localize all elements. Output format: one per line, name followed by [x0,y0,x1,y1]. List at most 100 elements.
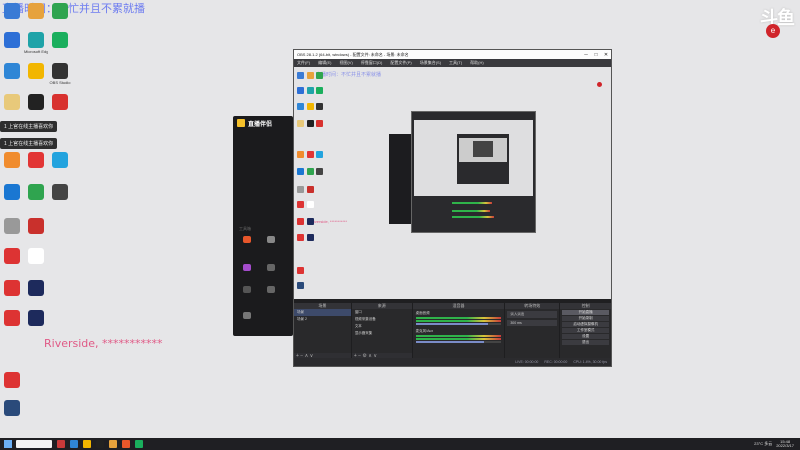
desktop-icon[interactable] [49,3,71,20]
settings-button[interactable]: 设置 [562,334,609,339]
nested-preview-2 [459,138,507,162]
taskbar-app-icon[interactable] [70,440,78,448]
taskbar-app-icon[interactable] [57,440,65,448]
obs-titlebar[interactable]: OBS 28.1.2 (64-bit, windows) - 配置文件: 未命名… [294,50,611,59]
desktop-icon[interactable] [25,184,47,201]
weather-text[interactable]: 23°C 多云 [754,441,772,447]
desktop-icon[interactable] [1,94,23,111]
source-item[interactable]: 文本 [352,323,412,330]
sources-dock[interactable]: 来源 窗口 视频采集设备 文本 显示器采集 + − ⚙ ∧ ∨ [351,303,412,359]
desktop-icon[interactable] [1,152,23,169]
desktop-icon[interactable] [49,32,71,49]
desktop-icon[interactable] [1,218,23,235]
controls-dock[interactable]: 控制 开始直播 开始录制 启动虚拟摄像机 工作室模式 设置 退出 [560,303,611,359]
companion-tool[interactable] [239,312,255,328]
menu-view[interactable]: 视图(V) [339,60,352,66]
desktop-icon[interactable]: OBS Studio [49,63,71,85]
companion-tool[interactable] [263,286,279,302]
clock[interactable]: 15:48 2022/3/17 [776,440,794,448]
desktop-icon[interactable] [1,32,23,49]
app-icon [52,3,68,19]
close-icon[interactable]: ✕ [601,52,611,58]
desktop-icon[interactable] [1,184,23,201]
desktop-icon[interactable] [1,280,23,297]
desktop-icon[interactable] [1,63,23,80]
source-item[interactable]: 视频采集设备 [352,316,412,323]
obs-window[interactable]: OBS 28.1.2 (64-bit, windows) - 配置文件: 未命名… [293,49,612,367]
desktop-icon[interactable] [49,94,71,111]
exit-button[interactable]: 退出 [562,340,609,345]
tool-icon [267,286,275,293]
desktop-icon[interactable] [25,218,47,235]
virtual-camera-button[interactable]: 启动虚拟摄像机 [562,322,609,327]
scene-item[interactable]: 场景 2 [294,316,351,323]
taskbar-app-icon[interactable] [135,440,143,448]
companion-tool[interactable] [239,286,255,302]
app-icon [4,152,20,168]
desktop-icon[interactable] [1,3,23,20]
mixer-channel-name: 桌面音频 [415,311,430,315]
volume-fill [415,323,489,325]
companion-tool[interactable] [263,264,279,280]
tool-icon [243,312,251,319]
app-icon [52,32,68,48]
taskbar-app-icon[interactable] [122,440,130,448]
desktop-icon[interactable] [49,184,71,201]
desktop-icon[interactable] [25,94,47,111]
obs-title: OBS 28.1.2 (64-bit, windows) - 配置文件: 未命名… [297,51,409,57]
mixer-dock[interactable]: 混音器 桌面音频 麦克风/Aux [412,303,505,359]
desktop-icon[interactable] [25,310,47,327]
transitions-dock[interactable]: 转场特效 淡入淡出 300 ms [505,303,560,359]
start-icon[interactable] [4,440,12,448]
riverside-overlay-text: Riverside, *********** [44,337,163,350]
source-item[interactable]: 窗口 [352,309,412,316]
menu-docks[interactable]: 停靠窗口(D) [361,60,383,66]
desktop-icon[interactable] [25,63,47,80]
desktop-icon[interactable] [49,152,71,169]
obs-preview[interactable]: 直播时间：不忙并且不累就播 Riverside, *********** [294,67,611,299]
volume-slider[interactable] [415,341,502,343]
desktop-icon[interactable] [25,152,47,169]
volume-slider[interactable] [415,323,502,325]
desktop-icon[interactable] [1,372,23,389]
preview-desktop-icon [297,167,305,175]
desktop-icon[interactable] [1,400,23,417]
menu-help[interactable]: 帮助(H) [470,60,484,66]
menu-file[interactable]: 文件(F) [297,60,310,66]
desktop-icon[interactable] [1,248,23,265]
desktop-icon[interactable] [25,280,47,297]
start-recording-button[interactable]: 开始录制 [562,316,609,321]
notification-banner[interactable]: 1 上官在线主播喜欢你 [0,121,58,132]
notification-banner[interactable]: 1 上官在线主播喜欢你 [0,138,58,149]
companion-tool[interactable] [239,264,255,280]
taskbar-app-icon[interactable] [83,440,91,448]
scenes-dock[interactable]: 场景 场景 场景 2 + − ∧ ∨ [294,303,351,359]
scene-item[interactable]: 场景 [294,309,351,316]
desktop-icon[interactable] [25,248,47,265]
preview-desktop-icon [306,185,314,193]
source-item[interactable]: 显示器采集 [352,330,412,337]
menu-scene-collection[interactable]: 场景集合(S) [420,60,441,66]
taskbar-app-icon[interactable] [96,440,104,448]
app-icon [4,280,20,296]
minimize-icon[interactable]: ─ [581,52,591,58]
streaming-companion-panel[interactable]: 直播伴侣 工具箱 [233,116,293,336]
audio-meter [415,320,502,322]
taskbar-app-icon[interactable] [109,440,117,448]
desktop-icon[interactable] [1,310,23,327]
studio-mode-button[interactable]: 工作室模式 [562,328,609,333]
companion-tool[interactable] [263,236,279,252]
transition-select[interactable]: 淡入淡出 [507,311,558,318]
menu-edit[interactable]: 编辑(E) [318,60,331,66]
companion-tool[interactable] [239,236,255,252]
menu-profile[interactable]: 配置文件(P) [390,60,411,66]
desktop-icon[interactable]: Microsoft Edge [24,32,48,54]
maximize-icon[interactable]: □ [591,52,601,58]
taskbar-search[interactable] [16,440,52,448]
preview-desktop-icon [297,201,305,209]
preview-desktop-icon [306,150,314,158]
start-streaming-button[interactable]: 开始直播 [562,310,609,315]
transition-duration[interactable]: 300 ms [507,320,558,326]
desktop-icon[interactable] [25,3,47,20]
menu-tools[interactable]: 工具(T) [449,60,462,66]
